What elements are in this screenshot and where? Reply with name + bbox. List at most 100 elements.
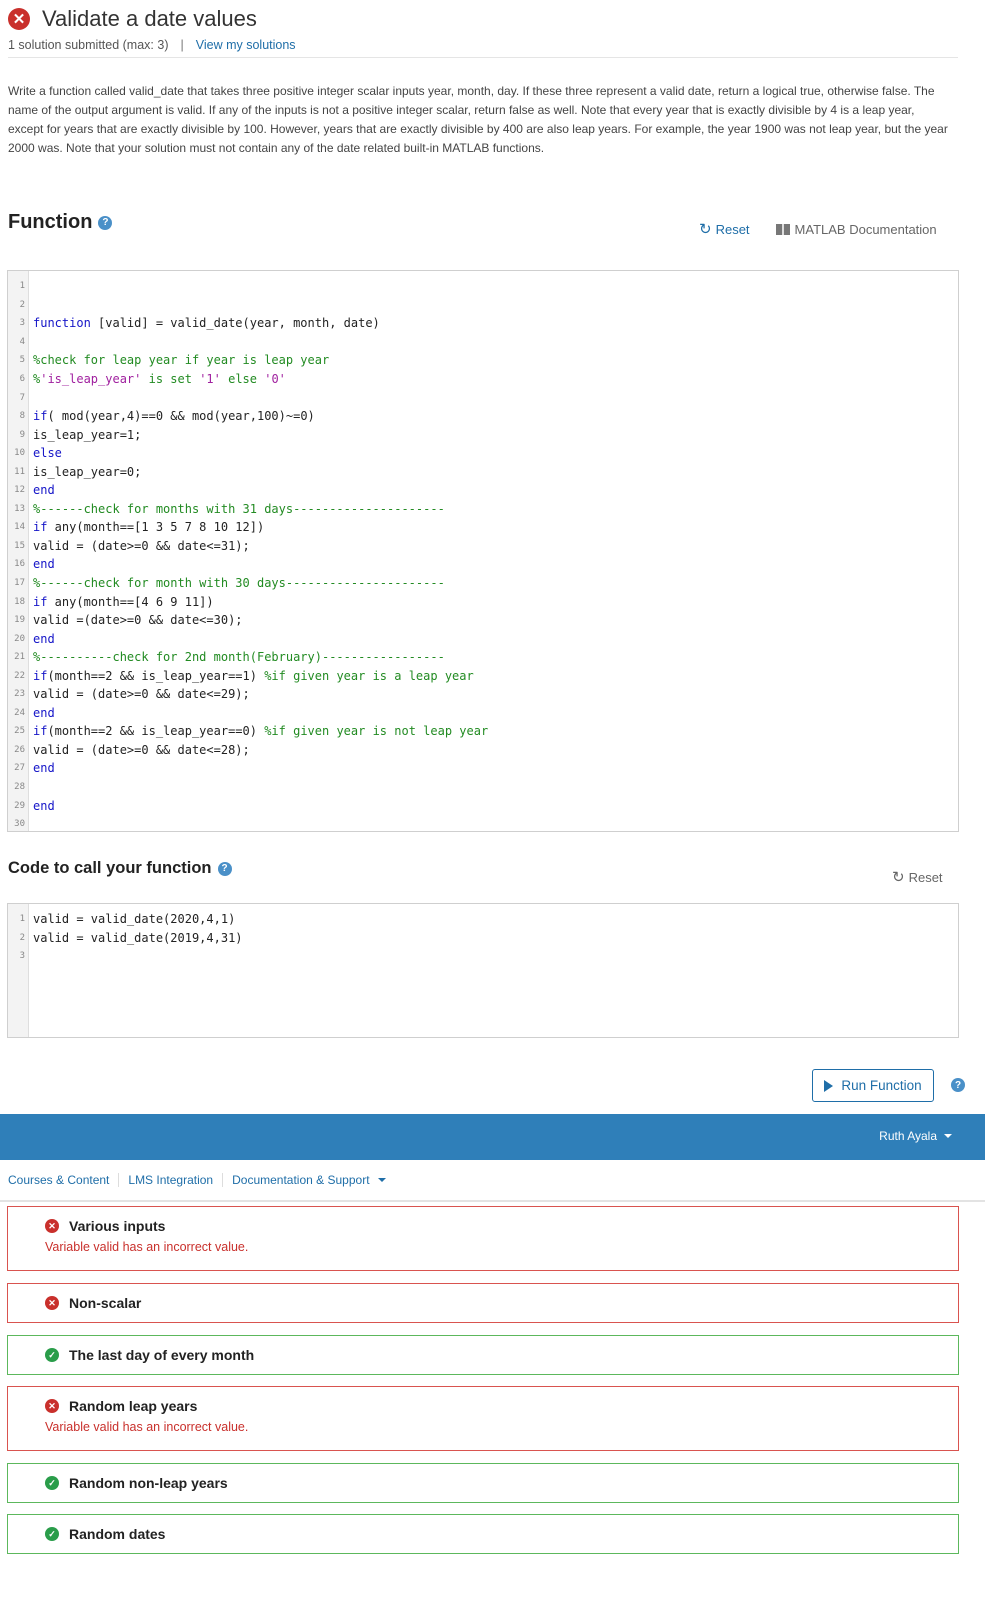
code-text: %------check for month with 30 days-----… — [33, 576, 445, 591]
code-line[interactable]: 3 function [valid] = valid_date(year, mon… — [8, 314, 958, 333]
line-number: 19 — [14, 615, 25, 626]
code-line[interactable]: 6 %'is_leap_year' is set '1' else '0' — [8, 370, 958, 389]
caret-down-icon — [377, 1178, 386, 1182]
code-text: end — [33, 705, 55, 720]
x-circle-icon: ✕ — [8, 8, 30, 30]
function-code-editor[interactable]: 1 2 3 function [valid] = valid_date(year, m… — [7, 270, 959, 832]
code-line[interactable]: 28 — [8, 778, 958, 797]
code-line[interactable]: 4 — [8, 333, 958, 352]
play-icon — [824, 1079, 834, 1092]
separator: | — [180, 38, 184, 52]
line-number: 8 — [19, 411, 25, 422]
line-number: 7 — [19, 392, 25, 403]
code-line[interactable]: 1 — [8, 277, 958, 296]
code-line[interactable]: 5 %check for leap year if year is leap ye… — [8, 351, 958, 370]
nav-documentation-support[interactable]: Documentation & Support — [223, 1173, 394, 1187]
test-result-fail[interactable]: ✕ Random leap years Variable valid has an … — [7, 1386, 959, 1451]
line-number: 13 — [14, 503, 25, 514]
submission-count: 1 solution submitted (max: 3) — [8, 38, 169, 52]
code-text: else — [33, 446, 62, 461]
code-line[interactable]: 16 end — [8, 555, 958, 574]
call-code-editor[interactable]: 1 valid = valid_date(2020,4,1) 2 valid = va… — [7, 903, 959, 1038]
help-icon[interactable]: ? — [98, 215, 113, 230]
code-line[interactable]: 2 — [8, 296, 958, 315]
test-result-pass[interactable]: ✓ The last day of every month — [7, 1335, 959, 1375]
code-line[interactable]: 20 end — [8, 629, 958, 648]
view-solutions-link[interactable]: View my solutions — [196, 38, 296, 52]
code-text: valid = valid_date(2019,4,31) — [33, 930, 243, 945]
call-reset-label: Reset — [908, 869, 943, 885]
code-text: end — [33, 761, 55, 776]
code-text: end — [33, 483, 55, 498]
line-number: 18 — [14, 596, 25, 607]
code-text: end — [33, 557, 55, 572]
code-line[interactable]: 18 if any(month==[4 6 9 11]) — [8, 592, 958, 611]
help-icon[interactable]: ? — [951, 1078, 965, 1092]
code-line[interactable]: 27 end — [8, 759, 958, 778]
test-result-fail[interactable]: ✕ Non-scalar — [7, 1283, 959, 1323]
code-line[interactable]: 2 valid = valid_date(2019,4,31) — [8, 929, 958, 948]
test-name: Random leap years — [69, 1398, 198, 1414]
code-text: valid = (date>=0 && date<=31); — [33, 538, 250, 553]
code-text: is_leap_year=0; — [33, 464, 142, 479]
line-number: 15 — [14, 540, 25, 551]
code-text: %------check for months with 31 days----… — [33, 501, 445, 516]
code-text: if(month==2 && is_leap_year==0) %if give… — [33, 724, 489, 739]
code-text: if any(month==[4 6 9 11]) — [33, 594, 214, 609]
top-bar: Ruth Ayala — [0, 1114, 985, 1160]
test-result-pass[interactable]: ✓ Random non-leap years — [7, 1463, 959, 1503]
code-line[interactable]: 23 valid = (date>=0 && date<=29); — [8, 685, 958, 704]
code-line[interactable]: 9 is_leap_year=1; — [8, 425, 958, 444]
code-line[interactable]: 1 valid = valid_date(2020,4,1) — [8, 910, 958, 929]
call-heading: Code to call your function — [8, 859, 212, 877]
test-name: The last day of every month — [69, 1347, 255, 1363]
nav-courses-content[interactable]: Courses & Content — [8, 1173, 120, 1187]
code-line[interactable]: 3 — [8, 947, 958, 966]
code-line[interactable]: 15 valid = (date>=0 && date<=31); — [8, 537, 958, 556]
code-line[interactable]: 19 valid =(date>=0 && date<=30); — [8, 611, 958, 630]
line-number: 30 — [14, 819, 25, 830]
call-reset-button[interactable]: ↻ Reset — [892, 868, 943, 886]
code-line[interactable]: 10 else — [8, 444, 958, 463]
line-number: 27 — [14, 763, 25, 774]
line-number: 12 — [14, 485, 25, 496]
nav-lms-integration[interactable]: LMS Integration — [119, 1173, 224, 1187]
code-text: if( mod(year,4)==0 && mod(year,100)~=0) — [33, 409, 315, 424]
code-text: end — [33, 798, 55, 813]
function-reset-label: Reset — [715, 221, 750, 237]
code-line[interactable]: 13 %------check for months with 31 days--… — [8, 500, 958, 519]
code-line[interactable]: 7 — [8, 388, 958, 407]
code-text: valid = (date>=0 && date<=29); — [33, 687, 250, 702]
line-number: 20 — [14, 633, 25, 644]
help-icon[interactable]: ? — [217, 861, 232, 876]
code-text: valid = valid_date(2020,4,1) — [33, 912, 236, 927]
code-text: end — [33, 631, 55, 646]
x-circle-icon: ✕ — [45, 1219, 59, 1233]
line-number: 9 — [19, 429, 25, 440]
code-line[interactable]: 24 end — [8, 704, 958, 723]
function-reset-button[interactable]: ↻ Reset — [699, 220, 750, 238]
test-result-fail[interactable]: ✕ Various inputs Variable valid has an inc… — [7, 1206, 959, 1271]
code-line[interactable]: 21 %----------check for 2nd month(Februar… — [8, 648, 958, 667]
line-number: 24 — [14, 707, 25, 718]
line-number: 6 — [19, 374, 25, 384]
code-line[interactable]: 30 — [8, 815, 958, 831]
code-line[interactable]: 14 if any(month==[1 3 5 7 8 10 12]) — [8, 518, 958, 537]
test-result-pass[interactable]: ✓ Random dates — [7, 1514, 959, 1554]
code-line[interactable]: 17 %------check for month with 30 days---… — [8, 574, 958, 593]
code-text: %----------check for 2nd month(February)… — [33, 650, 445, 665]
user-menu[interactable]: Ruth Ayala — [879, 1129, 952, 1143]
code-line[interactable]: 25 if(month==2 && is_leap_year==0) %if gi… — [8, 722, 958, 741]
matlab-documentation-link[interactable]: MATLAB Documentation — [775, 222, 937, 237]
code-line[interactable]: 22 if(month==2 && is_leap_year==1) %if gi… — [8, 666, 958, 685]
code-line[interactable]: 29 end — [8, 796, 958, 815]
line-number: 22 — [14, 670, 25, 681]
code-line[interactable]: 11 is_leap_year=0; — [8, 462, 958, 481]
run-function-button[interactable]: Run Function — [812, 1069, 934, 1102]
code-line[interactable]: 26 valid = (date>=0 && date<=28); — [8, 741, 958, 760]
code-line[interactable]: 12 end — [8, 481, 958, 500]
line-number: 21 — [14, 652, 25, 663]
test-name: Various inputs — [69, 1218, 166, 1234]
book-icon — [775, 223, 790, 235]
code-line[interactable]: 8 if( mod(year,4)==0 && mod(year,100)~=0) — [8, 407, 958, 426]
